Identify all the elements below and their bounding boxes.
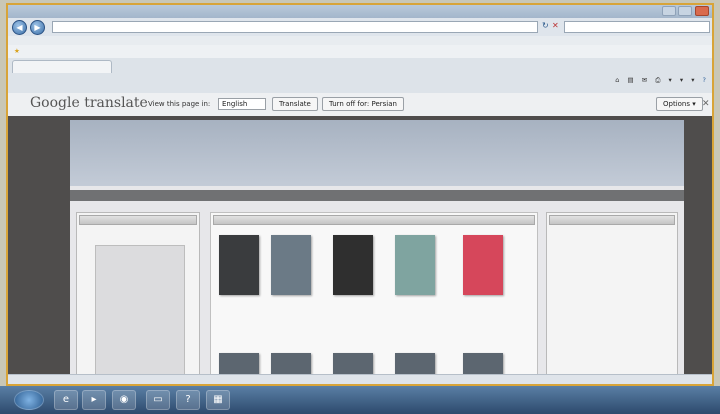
forward-button[interactable]: ▶ xyxy=(30,20,45,35)
page-content xyxy=(8,116,712,380)
website xyxy=(70,120,684,380)
browser-window: ◀ ▶ ↻ ✕ ★ ⌂ ▤ ✉ ⎙ ▾ ▾ ▾ ? Google transla… xyxy=(6,3,714,386)
close-button[interactable] xyxy=(695,6,709,16)
book-cover[interactable] xyxy=(395,235,435,295)
favorites-star-icon[interactable]: ★ xyxy=(14,47,20,55)
ie-taskbar-icon[interactable]: e xyxy=(54,390,78,410)
status-bar xyxy=(8,374,712,384)
favorites-bar: ★ xyxy=(8,45,712,59)
left-box-header xyxy=(79,215,197,225)
menu-bar xyxy=(8,36,712,45)
refresh-icon[interactable]: ↻ xyxy=(542,21,549,30)
help-icon[interactable]: ? xyxy=(703,76,706,84)
mail-icon[interactable]: ✉ xyxy=(642,76,647,84)
google-translate-bar: Google translate View this page in: Engl… xyxy=(8,93,712,117)
book-cover[interactable] xyxy=(333,235,373,295)
stop-icon[interactable]: ✕ xyxy=(552,21,559,30)
firefox-taskbar-icon[interactable]: ◉ xyxy=(112,390,136,410)
book-cover[interactable] xyxy=(463,235,503,295)
right-column xyxy=(546,212,678,380)
back-button[interactable]: ◀ xyxy=(12,20,27,35)
options-button[interactable]: Options ▾ xyxy=(656,97,703,111)
products-header xyxy=(213,215,535,225)
tools-menu[interactable]: ▾ xyxy=(691,76,694,84)
address-bar[interactable] xyxy=(52,21,538,33)
app-taskbar-icon[interactable]: ▦ xyxy=(206,390,230,410)
translate-button[interactable]: Translate xyxy=(272,97,318,111)
close-translate-icon[interactable]: ✕ xyxy=(702,99,710,109)
page-menu[interactable]: ▾ xyxy=(669,76,672,84)
book-cover[interactable] xyxy=(219,235,259,295)
products-column xyxy=(210,212,538,380)
tab-row: ⌂ ▤ ✉ ⎙ ▾ ▾ ▾ ? xyxy=(8,58,712,94)
taskbar: e ▸ ◉ ▭ ? ▦ xyxy=(0,386,720,414)
address-row: ◀ ▶ ↻ ✕ xyxy=(8,18,712,37)
feeds-icon[interactable]: ▤ xyxy=(627,76,633,84)
safety-menu[interactable]: ▾ xyxy=(680,76,683,84)
command-bar: ⌂ ▤ ✉ ⎙ ▾ ▾ ▾ ? xyxy=(615,76,706,85)
window-taskbar-icon[interactable]: ▭ xyxy=(146,390,170,410)
maximize-button[interactable] xyxy=(678,6,692,16)
search-box[interactable] xyxy=(564,21,710,33)
book-cover[interactable] xyxy=(271,235,311,295)
categories-header xyxy=(549,215,675,225)
left-column xyxy=(76,212,200,380)
title-bar xyxy=(8,5,712,18)
turn-off-button[interactable]: Turn off for: Persian xyxy=(322,97,404,111)
minimize-button[interactable] xyxy=(662,6,676,16)
help-taskbar-icon[interactable]: ? xyxy=(176,390,200,410)
site-nav xyxy=(70,190,684,201)
ad-banner[interactable] xyxy=(95,245,185,377)
start-button[interactable] xyxy=(14,390,44,410)
folder-taskbar-icon[interactable]: ▸ xyxy=(82,390,106,410)
google-translate-logo: Google translate xyxy=(30,95,148,111)
view-page-label: View this page in: xyxy=(148,100,211,108)
language-select[interactable]: English xyxy=(218,98,266,110)
site-tab[interactable] xyxy=(12,60,112,73)
home-icon[interactable]: ⌂ xyxy=(615,76,619,84)
print-icon[interactable]: ⎙ xyxy=(655,76,660,84)
site-header xyxy=(70,120,684,186)
